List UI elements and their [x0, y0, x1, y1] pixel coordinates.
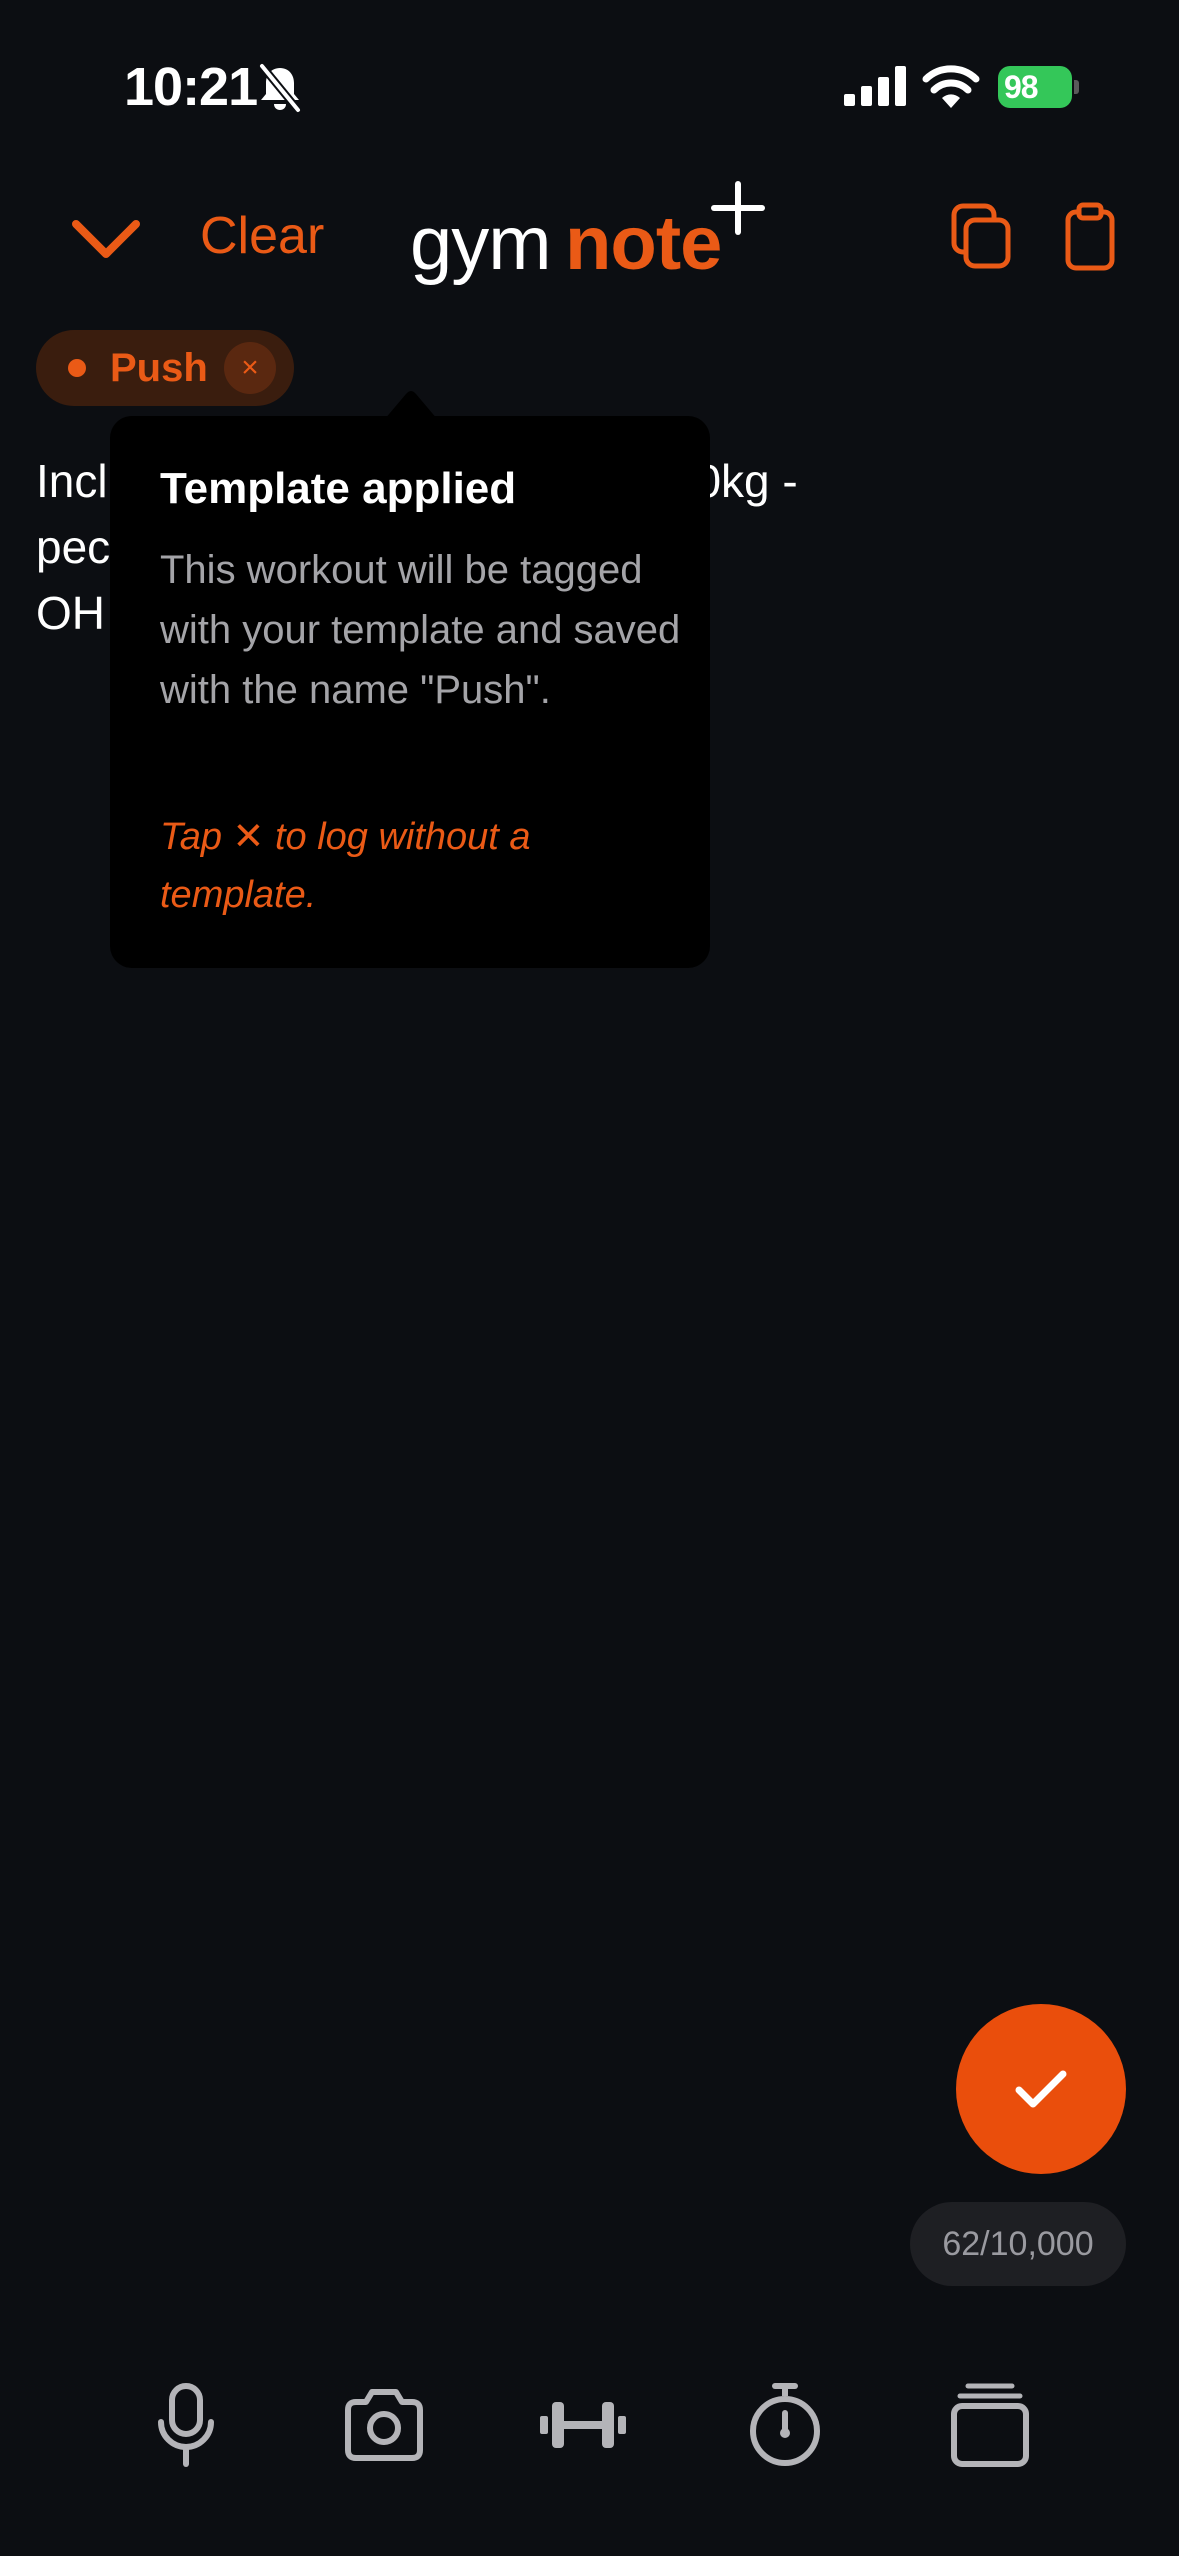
dumbbell-icon [540, 2402, 626, 2448]
template-tooltip: Template applied This workout will be ta… [110, 416, 710, 968]
battery-nub [1074, 80, 1079, 94]
clipboard-icon[interactable] [1064, 202, 1116, 272]
cards-icon [951, 2383, 1029, 2467]
stopwatch-icon [750, 2383, 820, 2466]
camera-icon [345, 2389, 423, 2461]
cellular-signal-icon [844, 66, 906, 106]
template-chip-label: Push [110, 346, 208, 390]
logo-note-text: note [565, 201, 722, 286]
status-time: 10:21 [124, 57, 258, 117]
gymnote-logo: gym note [410, 178, 770, 298]
logo-gym-text: gym [410, 201, 552, 286]
save-workout-button[interactable] [956, 2004, 1126, 2174]
timer-button[interactable] [748, 2380, 822, 2470]
copy-icon[interactable] [950, 202, 1014, 272]
template-dot [68, 359, 86, 377]
battery-indicator: 98 [998, 66, 1079, 108]
templates-button[interactable] [950, 2380, 1030, 2470]
checkmark-icon [1015, 2070, 1067, 2108]
tooltip-body: This workout will be tagged with your te… [160, 548, 681, 712]
logo-plus-icon [711, 181, 765, 235]
template-chip[interactable]: Push × [36, 330, 294, 406]
camera-button[interactable] [342, 2380, 426, 2470]
wifi-icon [922, 65, 980, 108]
battery-level: 98 [998, 66, 1072, 108]
tooltip-hint: Tap ✕ to log without a template. [160, 816, 531, 916]
exercise-button[interactable] [538, 2380, 628, 2470]
remove-template-button[interactable]: × [224, 342, 276, 394]
character-counter: 62/10,000 [910, 2202, 1126, 2286]
microphone-icon [158, 2383, 214, 2467]
tooltip-title: Template applied [160, 464, 517, 513]
bell-slash-icon [258, 63, 302, 113]
clear-button[interactable]: Clear [200, 204, 324, 268]
microphone-button[interactable] [156, 2380, 216, 2470]
chevron-down-icon[interactable] [66, 200, 146, 272]
